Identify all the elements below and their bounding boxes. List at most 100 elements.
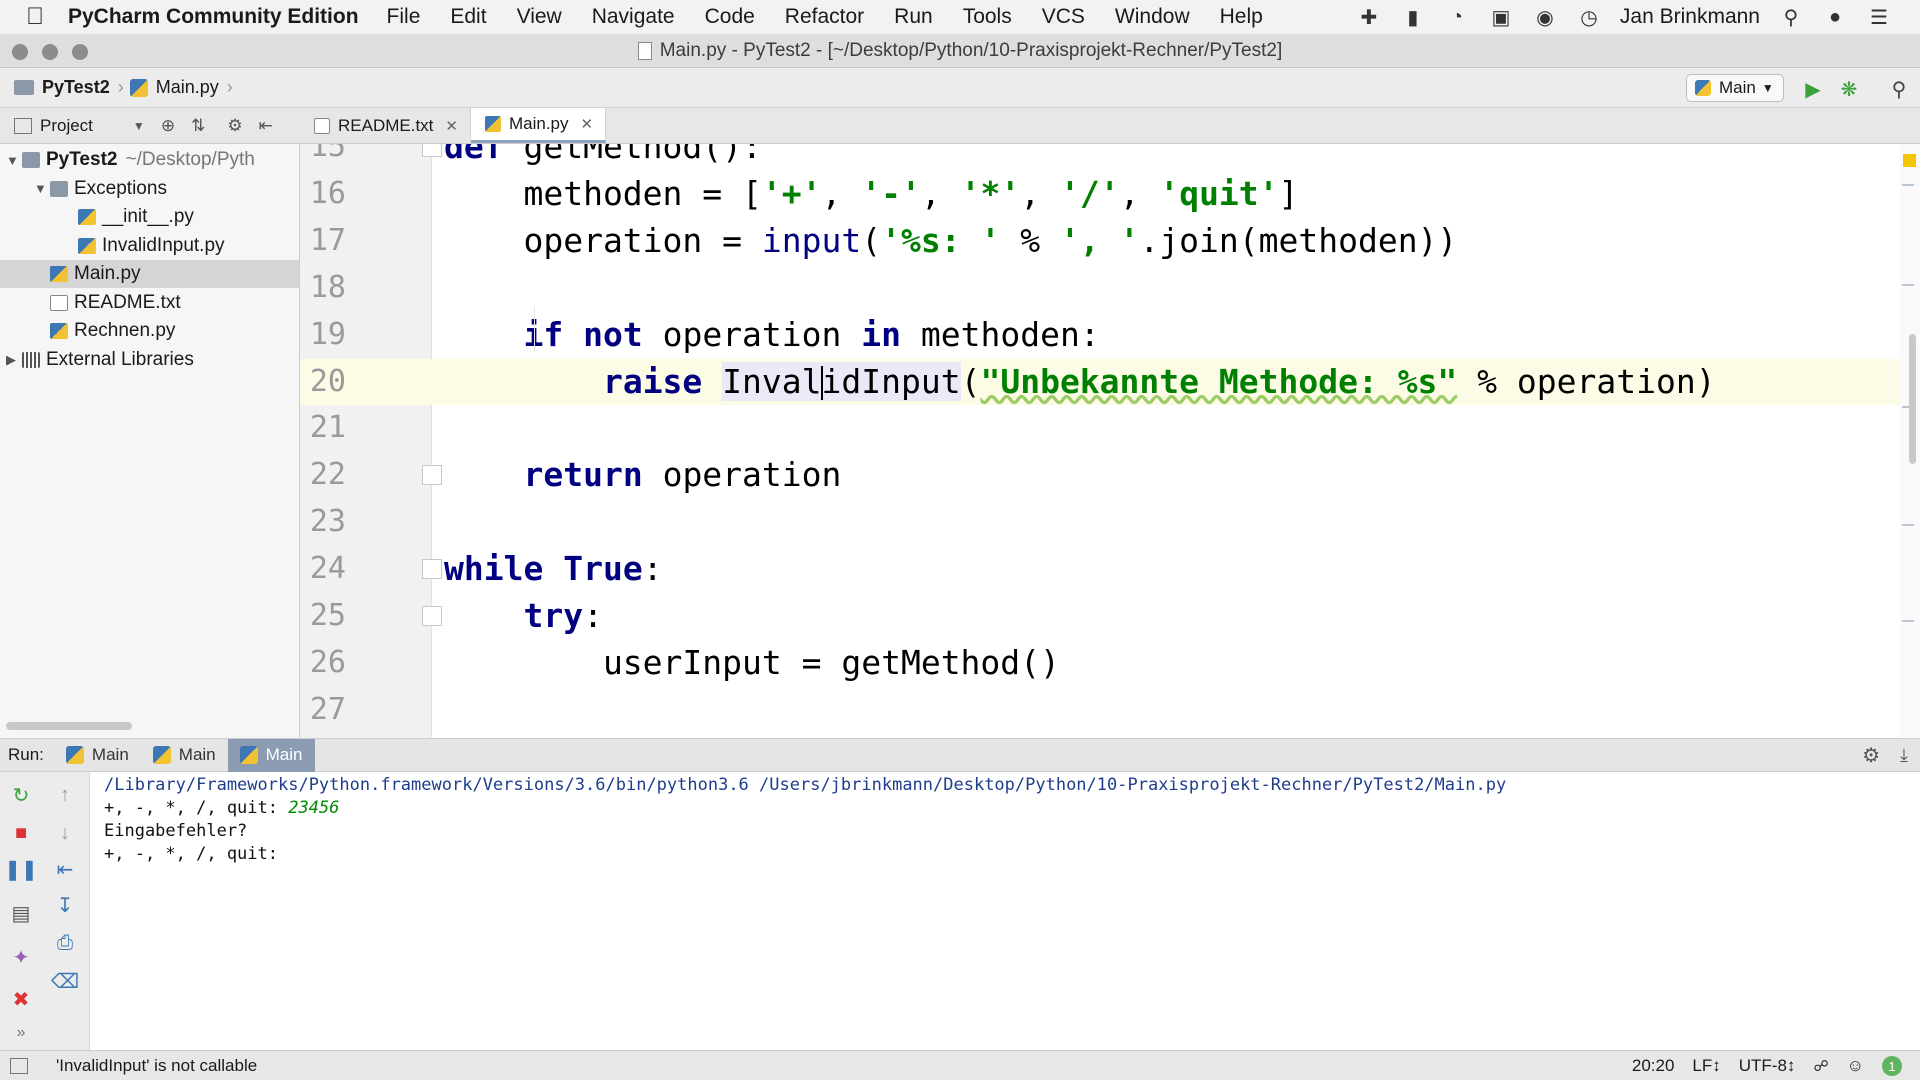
pie-icon[interactable]: ◔ — [1444, 5, 1470, 29]
code-line[interactable]: return operation — [444, 452, 841, 498]
collapse-arrow-icon[interactable]: ▶ — [6, 352, 22, 368]
menu-code[interactable]: Code — [705, 5, 755, 29]
user-name[interactable]: Jan Brinkmann — [1620, 5, 1760, 29]
menu-edit[interactable]: Edit — [450, 5, 486, 29]
zoom-window-button[interactable] — [72, 44, 88, 60]
fold-marker-icon[interactable] — [422, 559, 442, 580]
menu-view[interactable]: View — [517, 5, 562, 29]
tree-item[interactable]: ▼ Exceptions — [0, 175, 299, 203]
run-tab[interactable]: Main — [227, 738, 315, 772]
scroll-up-icon[interactable]: ↑ — [52, 782, 78, 808]
code-line[interactable]: if not operation in methoden: — [444, 312, 1099, 358]
expand-more-icon[interactable]: » — [8, 1020, 34, 1046]
collapse-all-icon[interactable]: ⇅ — [191, 116, 205, 136]
scroll-down-icon[interactable]: ↓ — [52, 820, 78, 846]
hide-panel-icon[interactable]: ⇤ — [259, 116, 273, 136]
expand-arrow-icon[interactable]: ▼ — [34, 181, 50, 196]
locate-file-icon[interactable]: ⊕ — [161, 116, 175, 136]
run-console-output[interactable]: /Library/Frameworks/Python.framework/Ver… — [90, 772, 1920, 1050]
camera-icon[interactable]: ▣ — [1488, 5, 1514, 29]
tab-readme[interactable]: README.txt ✕ — [300, 108, 471, 143]
close-window-button[interactable] — [12, 44, 28, 60]
run-button[interactable]: ▶ — [1800, 76, 1826, 102]
inspector-icon[interactable]: ☺ — [1847, 1056, 1864, 1076]
menu-navigate[interactable]: Navigate — [592, 5, 675, 29]
lock-icon[interactable]: ☍ — [1813, 1057, 1828, 1075]
fold-marker-icon[interactable] — [422, 465, 442, 486]
code-line[interactable]: try: — [444, 593, 602, 639]
menu-tools[interactable]: Tools — [963, 5, 1012, 29]
tree-item[interactable]: ▶ External Libraries — [0, 346, 299, 374]
event-log-badge[interactable]: 1 — [1882, 1056, 1902, 1076]
menu-help[interactable]: Help — [1220, 5, 1263, 29]
code-line[interactable]: while True: — [444, 546, 663, 592]
code-line[interactable]: def getMethod(): — [444, 144, 762, 170]
pin-tab-icon[interactable]: ✦ — [8, 944, 34, 970]
tool-windows-icon[interactable] — [10, 1057, 28, 1074]
tree-item[interactable]: README.txt — [0, 289, 299, 317]
close-tab-icon[interactable]: ✕ — [581, 115, 594, 133]
scroll-to-end-icon[interactable]: ↧ — [52, 892, 78, 918]
stripe-mark[interactable] — [1902, 184, 1914, 186]
app-name-menu[interactable]: PyCharm Community Edition — [68, 5, 359, 29]
menu-file[interactable]: File — [387, 5, 421, 29]
run-tab[interactable]: Main — [141, 739, 228, 772]
breadcrumb-file[interactable]: Main.py — [156, 77, 219, 98]
encoding-select[interactable]: UTF-8↕ — [1739, 1056, 1796, 1076]
stripe-mark[interactable] — [1902, 284, 1914, 286]
menu-window[interactable]: Window — [1115, 5, 1190, 29]
notification-center-icon[interactable]: ☰ — [1866, 5, 1892, 29]
stripe-mark[interactable] — [1902, 620, 1914, 622]
close-run-icon[interactable]: ✖ — [8, 986, 34, 1012]
restore-layout-icon[interactable]: ▤ — [8, 900, 34, 926]
siri-icon[interactable]: ● — [1822, 5, 1848, 29]
tree-item[interactable]: __init__.py — [0, 203, 299, 231]
code-editor[interactable]: 15 def getMethod(): 16 methoden = ['+', '-… — [300, 144, 1920, 738]
pause-icon[interactable]: ❚❚ — [4, 856, 38, 882]
tree-horizontal-scrollbar[interactable] — [6, 722, 132, 730]
stripe-mark[interactable] — [1902, 524, 1914, 526]
menu-vcs[interactable]: VCS — [1042, 5, 1085, 29]
menu-run[interactable]: Run — [894, 5, 933, 29]
breadcrumb-project[interactable]: PyTest2 — [42, 77, 110, 98]
apple-icon[interactable]:  — [26, 3, 68, 31]
project-view-select[interactable]: Project — [40, 116, 93, 136]
soft-wrap-icon[interactable]: ⇤ — [52, 856, 78, 882]
caret-position[interactable]: 20:20 — [1632, 1056, 1675, 1076]
expand-arrow-icon[interactable]: ▼ — [6, 153, 22, 168]
hide-panel-icon[interactable]: ⤓ — [1900, 745, 1908, 766]
code-line[interactable]: operation = input('%s: ' % ', '.join(met… — [444, 218, 1457, 264]
code-line[interactable]: raise InvalidInput("Unbekannte Methode: … — [444, 359, 1716, 405]
chat-icon[interactable]: ◉ — [1532, 5, 1558, 29]
tree-item[interactable]: Rechnen.py — [0, 317, 299, 345]
settings-gear-icon[interactable]: ⚙ — [1862, 743, 1880, 768]
editor-vertical-scrollbar[interactable] — [1909, 334, 1916, 464]
settings-gear-icon[interactable]: ⚙ — [227, 116, 242, 136]
battery-icon[interactable]: ▮ — [1400, 5, 1426, 29]
plus-icon[interactable]: ✚ — [1356, 5, 1382, 29]
tree-item[interactable]: ▼ PyTest2 ~/Desktop/Pyth — [0, 146, 299, 174]
run-configuration-select[interactable]: Main ▼ — [1686, 74, 1784, 102]
print-icon[interactable]: ⎙ — [52, 930, 78, 956]
trash-icon[interactable]: ⌫ — [51, 968, 79, 994]
debug-button[interactable]: ❋ — [1836, 76, 1862, 102]
search-everywhere-icon[interactable]: ⚲ — [1886, 76, 1912, 102]
clock-icon[interactable]: ◷ — [1576, 5, 1602, 29]
line-separator-select[interactable]: LF↕ — [1692, 1056, 1720, 1076]
code-line[interactable]: userInput = getMethod() — [444, 640, 1060, 686]
fold-marker-icon[interactable] — [422, 144, 442, 157]
stop-icon[interactable]: ■ — [8, 820, 34, 846]
rerun-icon[interactable]: ↻ — [8, 782, 34, 808]
spotlight-search-icon[interactable]: ⚲ — [1778, 5, 1804, 29]
chevron-down-icon[interactable]: ▼ — [133, 119, 145, 133]
close-tab-icon[interactable]: ✕ — [445, 117, 458, 135]
warning-indicator-icon[interactable] — [1903, 154, 1916, 167]
code-line[interactable]: methoden = ['+', '-', '*', '/', 'quit'] — [444, 171, 1298, 217]
tree-item[interactable]: InvalidInput.py — [0, 232, 299, 260]
fold-marker-icon[interactable] — [422, 606, 442, 626]
menu-refactor[interactable]: Refactor — [785, 5, 864, 29]
run-tab[interactable]: Main — [54, 739, 141, 772]
minimize-window-button[interactable] — [42, 44, 58, 60]
tab-main-py[interactable]: Main.py ✕ — [470, 108, 607, 143]
tree-item[interactable]: Main.py — [0, 260, 299, 288]
